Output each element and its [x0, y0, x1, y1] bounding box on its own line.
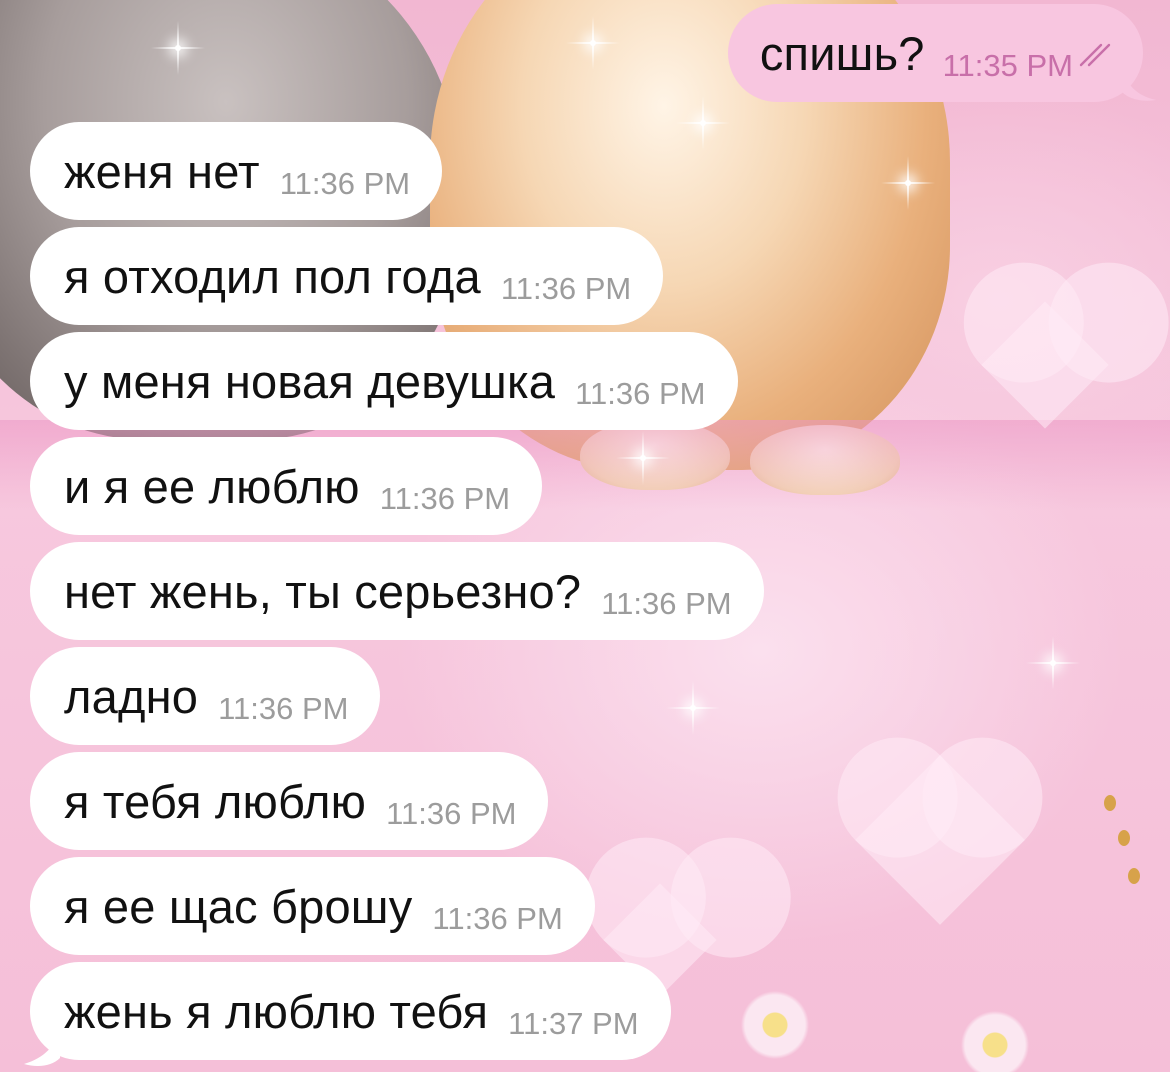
- incoming-message[interactable]: нет жень, ты серьезно? 11:36 PM: [30, 542, 764, 640]
- incoming-message[interactable]: жень я люблю тебя 11:37 PM: [30, 962, 671, 1060]
- incoming-bubble-tail: [24, 1028, 60, 1066]
- message-time: 11:37 PM: [508, 1006, 639, 1041]
- double-check-icon: [1079, 43, 1113, 67]
- message-text: нет жень, ты серьезно?: [64, 564, 582, 618]
- message-time: 11:35 PM: [942, 48, 1073, 83]
- message-text: ладно: [64, 669, 199, 723]
- message-list: спишь? 11:35 PM женя нет 11:36 PM я отхо…: [0, 0, 1170, 1072]
- message-time: 11:36 PM: [379, 481, 511, 516]
- message-text: я тебя люблю: [64, 774, 367, 828]
- message-text: у меня новая девушка: [64, 354, 556, 408]
- outgoing-message[interactable]: спишь? 11:35 PM: [727, 4, 1143, 102]
- message-time: 11:36 PM: [500, 271, 632, 306]
- incoming-message[interactable]: и я ее люблю 11:36 PM: [30, 437, 543, 535]
- incoming-message[interactable]: ладно 11:36 PM: [30, 647, 381, 745]
- message-text: я отходил пол года: [64, 249, 481, 303]
- message-text: и я ее люблю: [64, 459, 360, 513]
- message-time: 11:36 PM: [575, 376, 706, 411]
- incoming-message[interactable]: я тебя люблю 11:36 PM: [30, 752, 549, 850]
- incoming-message[interactable]: женя нет 11:36 PM: [30, 122, 443, 220]
- incoming-message[interactable]: у меня новая девушка 11:36 PM: [30, 332, 738, 430]
- message-time: 11:36 PM: [218, 691, 349, 726]
- message-time: 11:36 PM: [601, 586, 732, 621]
- outgoing-bubble-tail: [1122, 66, 1156, 101]
- message-time: 11:36 PM: [279, 166, 411, 201]
- message-text: спишь?: [759, 26, 925, 80]
- message-text: жень я люблю тебя: [64, 984, 489, 1038]
- message-text: женя нет: [64, 144, 260, 198]
- incoming-message[interactable]: я отходил пол года 11:36 PM: [30, 227, 664, 325]
- incoming-message[interactable]: я ее щас брошу 11:36 PM: [30, 857, 595, 955]
- message-time: 11:36 PM: [386, 796, 517, 831]
- message-text: я ее щас брошу: [64, 879, 413, 933]
- message-time: 11:36 PM: [432, 901, 563, 936]
